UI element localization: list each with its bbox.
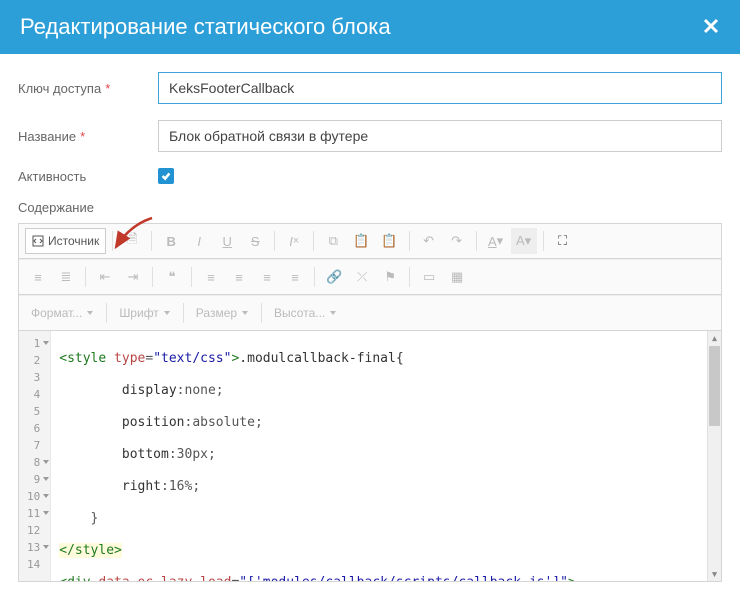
remove-format-icon[interactable]: I× [281, 228, 307, 254]
align-left-icon[interactable]: ≡ [198, 264, 224, 290]
toolbar-row-2: ≡ ≣ ⇤ ⇥ ❝ ≡ ≡ ≡ ≡ 🔗 ⤫ ⚑ ▭ ▦ [19, 259, 721, 295]
size-dropdown[interactable]: Размер [190, 300, 255, 326]
blockquote-icon[interactable]: ❝ [159, 264, 185, 290]
source-button[interactable]: Источник [25, 228, 106, 254]
toolbar-row-1: Источник 🗎 B I U S I× ⧉ 📋 📋 ↶ ↷ A▾ A▾ ⛶ [19, 224, 721, 259]
numbered-list-icon[interactable]: ≡ [25, 264, 51, 290]
align-center-icon[interactable]: ≡ [226, 264, 252, 290]
label-name: Название* [18, 129, 158, 144]
table-icon[interactable]: ▦ [444, 264, 470, 290]
editor: Источник 🗎 B I U S I× ⧉ 📋 📋 ↶ ↷ A▾ A▾ ⛶ … [18, 223, 722, 582]
outdent-icon[interactable]: ⇤ [92, 264, 118, 290]
underline-icon[interactable]: U [214, 228, 240, 254]
scroll-up-icon[interactable]: ▴ [708, 331, 721, 345]
link-icon[interactable]: 🔗 [321, 264, 347, 290]
maximize-icon[interactable]: ⛶ [550, 228, 576, 254]
label-active: Активность [18, 169, 158, 184]
input-access-key[interactable] [158, 72, 722, 104]
new-page-icon[interactable]: 🗎 [119, 228, 145, 254]
scroll-thumb[interactable] [709, 346, 720, 426]
modal-title: Редактирование статического блока [20, 14, 391, 40]
format-dropdown[interactable]: Формат... [25, 300, 100, 326]
indent-icon[interactable]: ⇥ [120, 264, 146, 290]
close-icon[interactable] [702, 17, 720, 38]
bold-icon[interactable]: B [158, 228, 184, 254]
text-color-icon[interactable]: A▾ [483, 228, 509, 254]
redo-icon[interactable]: ↷ [444, 228, 470, 254]
height-dropdown[interactable]: Высота... [268, 300, 343, 326]
code-editor[interactable]: 1 2 3 4 5 6 7 8 9 10 11 12 13 14 <style … [19, 331, 721, 581]
unlink-icon[interactable]: ⤫ [349, 264, 375, 290]
row-active: Активность [18, 168, 722, 184]
align-justify-icon[interactable]: ≡ [282, 264, 308, 290]
label-content: Содержание [18, 200, 158, 215]
copy-icon[interactable]: ⧉ [320, 228, 346, 254]
row-content-label: Содержание [18, 200, 722, 215]
row-access-key: Ключ доступа* [18, 72, 722, 104]
code-content[interactable]: <style type="text/css">.modulcallback-fi… [51, 331, 707, 581]
align-right-icon[interactable]: ≡ [254, 264, 280, 290]
anchor-icon[interactable]: ⚑ [377, 264, 403, 290]
modal-header: Редактирование статического блока [0, 0, 740, 54]
font-dropdown[interactable]: Шрифт [113, 300, 176, 326]
toolbar-row-3: Формат... Шрифт Размер Высота... [19, 295, 721, 331]
strike-icon[interactable]: S [242, 228, 268, 254]
line-gutter: 1 2 3 4 5 6 7 8 9 10 11 12 13 14 [19, 331, 51, 581]
row-name: Название* [18, 120, 722, 152]
bullet-list-icon[interactable]: ≣ [53, 264, 79, 290]
italic-icon[interactable]: I [186, 228, 212, 254]
input-name[interactable] [158, 120, 722, 152]
paste-icon[interactable]: 📋 [348, 228, 374, 254]
image-icon[interactable]: ▭ [416, 264, 442, 290]
scroll-down-icon[interactable]: ▾ [708, 567, 721, 581]
modal-body: Ключ доступа* Название* Активность Содер… [0, 54, 740, 582]
bg-color-icon[interactable]: A▾ [511, 228, 537, 254]
label-access-key: Ключ доступа* [18, 81, 158, 96]
undo-icon[interactable]: ↶ [416, 228, 442, 254]
checkbox-active[interactable] [158, 168, 174, 184]
paste-text-icon[interactable]: 📋 [376, 228, 402, 254]
vertical-scrollbar[interactable]: ▴ ▾ [707, 331, 721, 581]
